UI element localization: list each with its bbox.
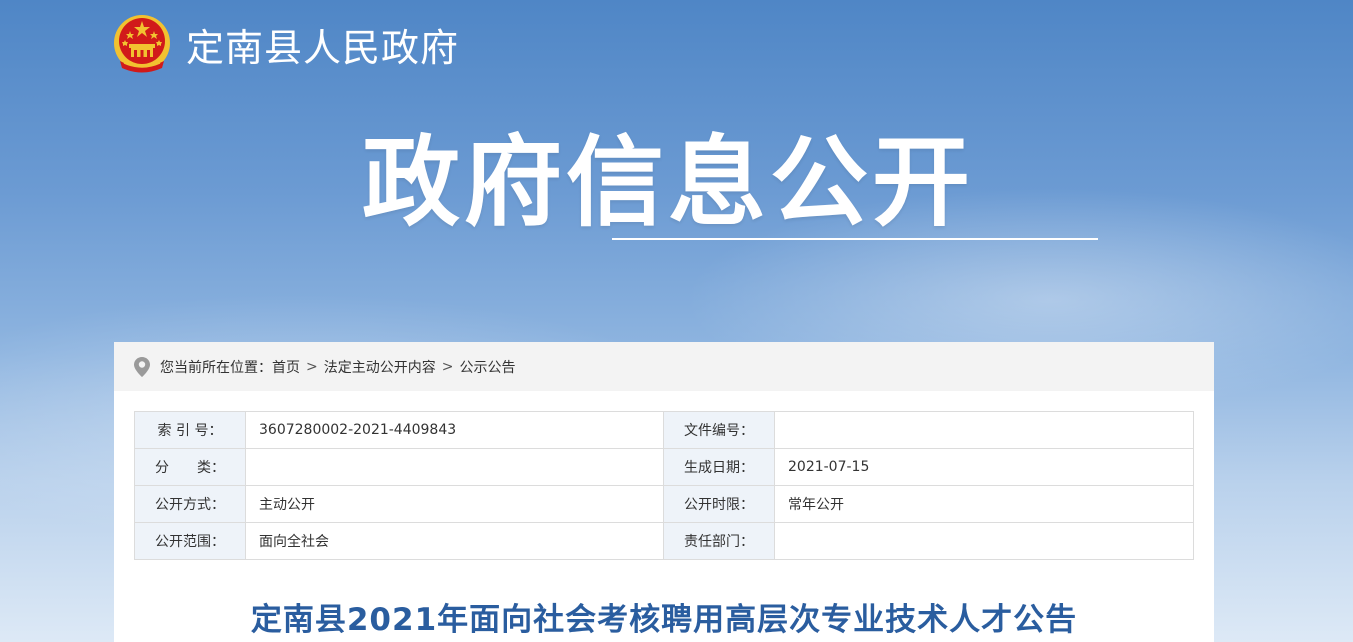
responsible-department-label: 责任部门： <box>663 522 775 560</box>
disclosure-period-value: 常年公开 <box>774 485 1194 523</box>
table-row: 公开方式： 主动公开 公开时限： 常年公开 <box>134 485 1194 523</box>
title-underline <box>612 238 1098 240</box>
site-header: 定南县人民政府 <box>112 12 459 76</box>
content-panel: 您当前所在位置： 首页 > 法定主动公开内容 > 公示公告 索 引 号： 360… <box>114 342 1214 642</box>
breadcrumb-separator: > <box>441 358 454 375</box>
disclosure-scope-value: 面向全社会 <box>245 522 664 560</box>
generated-date-value: 2021-07-15 <box>774 448 1194 486</box>
disclosure-period-label: 公开时限： <box>663 485 775 523</box>
article-title: 定南县2021年面向社会考核聘用高层次专业技术人才公告 <box>250 602 1078 638</box>
breadcrumb-public-notices[interactable]: 公示公告 <box>459 357 515 377</box>
category-label: 分 类： <box>134 448 246 486</box>
breadcrumb: 您当前所在位置： 首页 > 法定主动公开内容 > 公示公告 <box>114 342 1214 391</box>
disclosure-scope-label: 公开范围： <box>134 522 246 560</box>
breadcrumb-home[interactable]: 首页 <box>272 357 300 377</box>
disclosure-method-label: 公开方式： <box>134 485 246 523</box>
table-row: 索 引 号： 3607280002-2021-4409843 文件编号： <box>134 411 1194 449</box>
site-name[interactable]: 定南县人民政府 <box>186 17 459 72</box>
table-row: 分 类： 生成日期： 2021-07-15 <box>134 448 1194 486</box>
metadata-table: 索 引 号： 3607280002-2021-4409843 文件编号： 分 类… <box>134 411 1194 560</box>
index-number-label: 索 引 号： <box>134 411 246 449</box>
location-pin-icon <box>134 356 150 377</box>
breadcrumb-prefix: 您当前所在位置： <box>160 359 272 376</box>
table-row: 公开范围： 面向全社会 责任部门： <box>134 522 1194 560</box>
page-title: 政府信息公开 <box>362 126 975 240</box>
breadcrumb-statutory-content[interactable]: 法定主动公开内容 <box>324 357 436 377</box>
index-number-value: 3607280002-2021-4409843 <box>245 411 664 449</box>
generated-date-label: 生成日期： <box>663 448 775 486</box>
document-number-label: 文件编号： <box>663 411 775 449</box>
document-number-value <box>774 411 1194 449</box>
responsible-department-value <box>774 522 1194 560</box>
breadcrumb-separator: > <box>306 358 318 375</box>
national-emblem-icon[interactable] <box>112 13 172 75</box>
disclosure-method-value: 主动公开 <box>245 485 664 523</box>
category-value <box>245 448 664 486</box>
